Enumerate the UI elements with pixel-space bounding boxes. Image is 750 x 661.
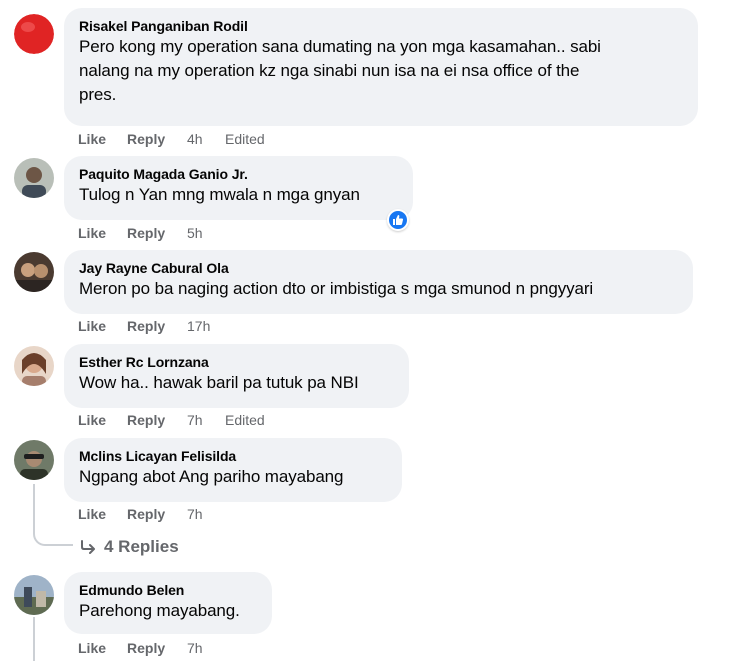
reply-arrow-icon <box>81 540 95 554</box>
edited-label: Edited <box>225 412 265 428</box>
comment-text: Pero kong my operation sana dumating na … <box>79 37 601 56</box>
comment-text: pres. <box>79 85 117 104</box>
comment-bubble: Edmundo Belen Parehong mayabang. <box>64 572 272 634</box>
comment-text: Parehong mayabang. <box>79 601 240 620</box>
comment-bubble: Risakel Panganiban Rodil Pero kong my op… <box>64 8 698 126</box>
edited-label: Edited <box>225 131 265 147</box>
comment-actions: Like Reply 17h <box>78 318 225 334</box>
thread-line <box>33 617 35 661</box>
comment-timestamp[interactable]: 7h <box>187 412 225 428</box>
reply-button[interactable]: Reply <box>127 225 187 241</box>
comment-bubble: Mclins Licayan Felisilda Ngpang abot Ang… <box>64 438 402 502</box>
comment-timestamp[interactable]: 7h <box>187 506 225 522</box>
comment-bubble: Paquito Magada Ganio Jr. Tulog n Yan mng… <box>64 156 413 220</box>
thread-line <box>33 484 35 532</box>
avatar[interactable] <box>14 14 54 54</box>
avatar[interactable] <box>14 252 54 292</box>
avatar[interactable] <box>14 346 54 386</box>
like-button[interactable]: Like <box>78 506 127 522</box>
reply-button[interactable]: Reply <box>127 506 187 522</box>
comment-author[interactable]: Jay Rayne Cabural Ola <box>79 259 679 277</box>
comment-author[interactable]: Mclins Licayan Felisilda <box>79 447 388 465</box>
comment-bubble: Jay Rayne Cabural Ola Meron po ba naging… <box>64 250 693 314</box>
thread-connector <box>33 530 73 546</box>
avatar[interactable] <box>14 158 54 198</box>
comment-text: Tulog n Yan mng mwala n mga gnyan <box>79 185 360 204</box>
comment-timestamp[interactable]: 7h <box>187 640 225 656</box>
comment-actions: Like Reply 7h <box>78 640 225 656</box>
comment-text: Meron po ba naging action dto or imbisti… <box>79 279 594 298</box>
comment-author[interactable]: Paquito Magada Ganio Jr. <box>79 165 399 183</box>
reply-button[interactable]: Reply <box>127 318 187 334</box>
avatar[interactable] <box>14 440 54 480</box>
comment-actions: Like Reply 7h Edited <box>78 412 265 428</box>
like-button[interactable]: Like <box>78 318 127 334</box>
comment-timestamp[interactable]: 4h <box>187 131 225 147</box>
comment-bubble: Esther Rc Lornzana Wow ha.. hawak baril … <box>64 344 409 408</box>
comment-author[interactable]: Risakel Panganiban Rodil <box>79 17 684 35</box>
reply-button[interactable]: Reply <box>127 640 187 656</box>
replies-count-label[interactable]: 4 Replies <box>104 537 179 557</box>
comment-timestamp[interactable]: 5h <box>187 225 225 241</box>
comment-text: Wow ha.. hawak baril pa tutuk pa NBI <box>79 373 359 392</box>
comment-author[interactable]: Esther Rc Lornzana <box>79 353 395 371</box>
like-reaction-icon[interactable] <box>387 209 409 231</box>
like-button[interactable]: Like <box>78 412 127 428</box>
comment-actions: Like Reply 7h <box>78 506 225 522</box>
reply-button[interactable]: Reply <box>127 412 187 428</box>
view-replies-link[interactable]: 4 Replies <box>80 537 179 557</box>
like-button[interactable]: Like <box>78 640 127 656</box>
avatar[interactable] <box>14 575 54 615</box>
comment-text: Ngpang abot Ang pariho mayabang <box>79 467 344 486</box>
comment-timestamp[interactable]: 17h <box>187 318 225 334</box>
comment-author[interactable]: Edmundo Belen <box>79 581 258 599</box>
comment-actions: Like Reply 4h Edited <box>78 131 265 147</box>
comment-actions: Like Reply 5h <box>78 225 225 241</box>
reply-button[interactable]: Reply <box>127 131 187 147</box>
like-button[interactable]: Like <box>78 131 127 147</box>
like-button[interactable]: Like <box>78 225 127 241</box>
comment-text: nalang na my operation kz nga sinabi nun… <box>79 61 580 80</box>
